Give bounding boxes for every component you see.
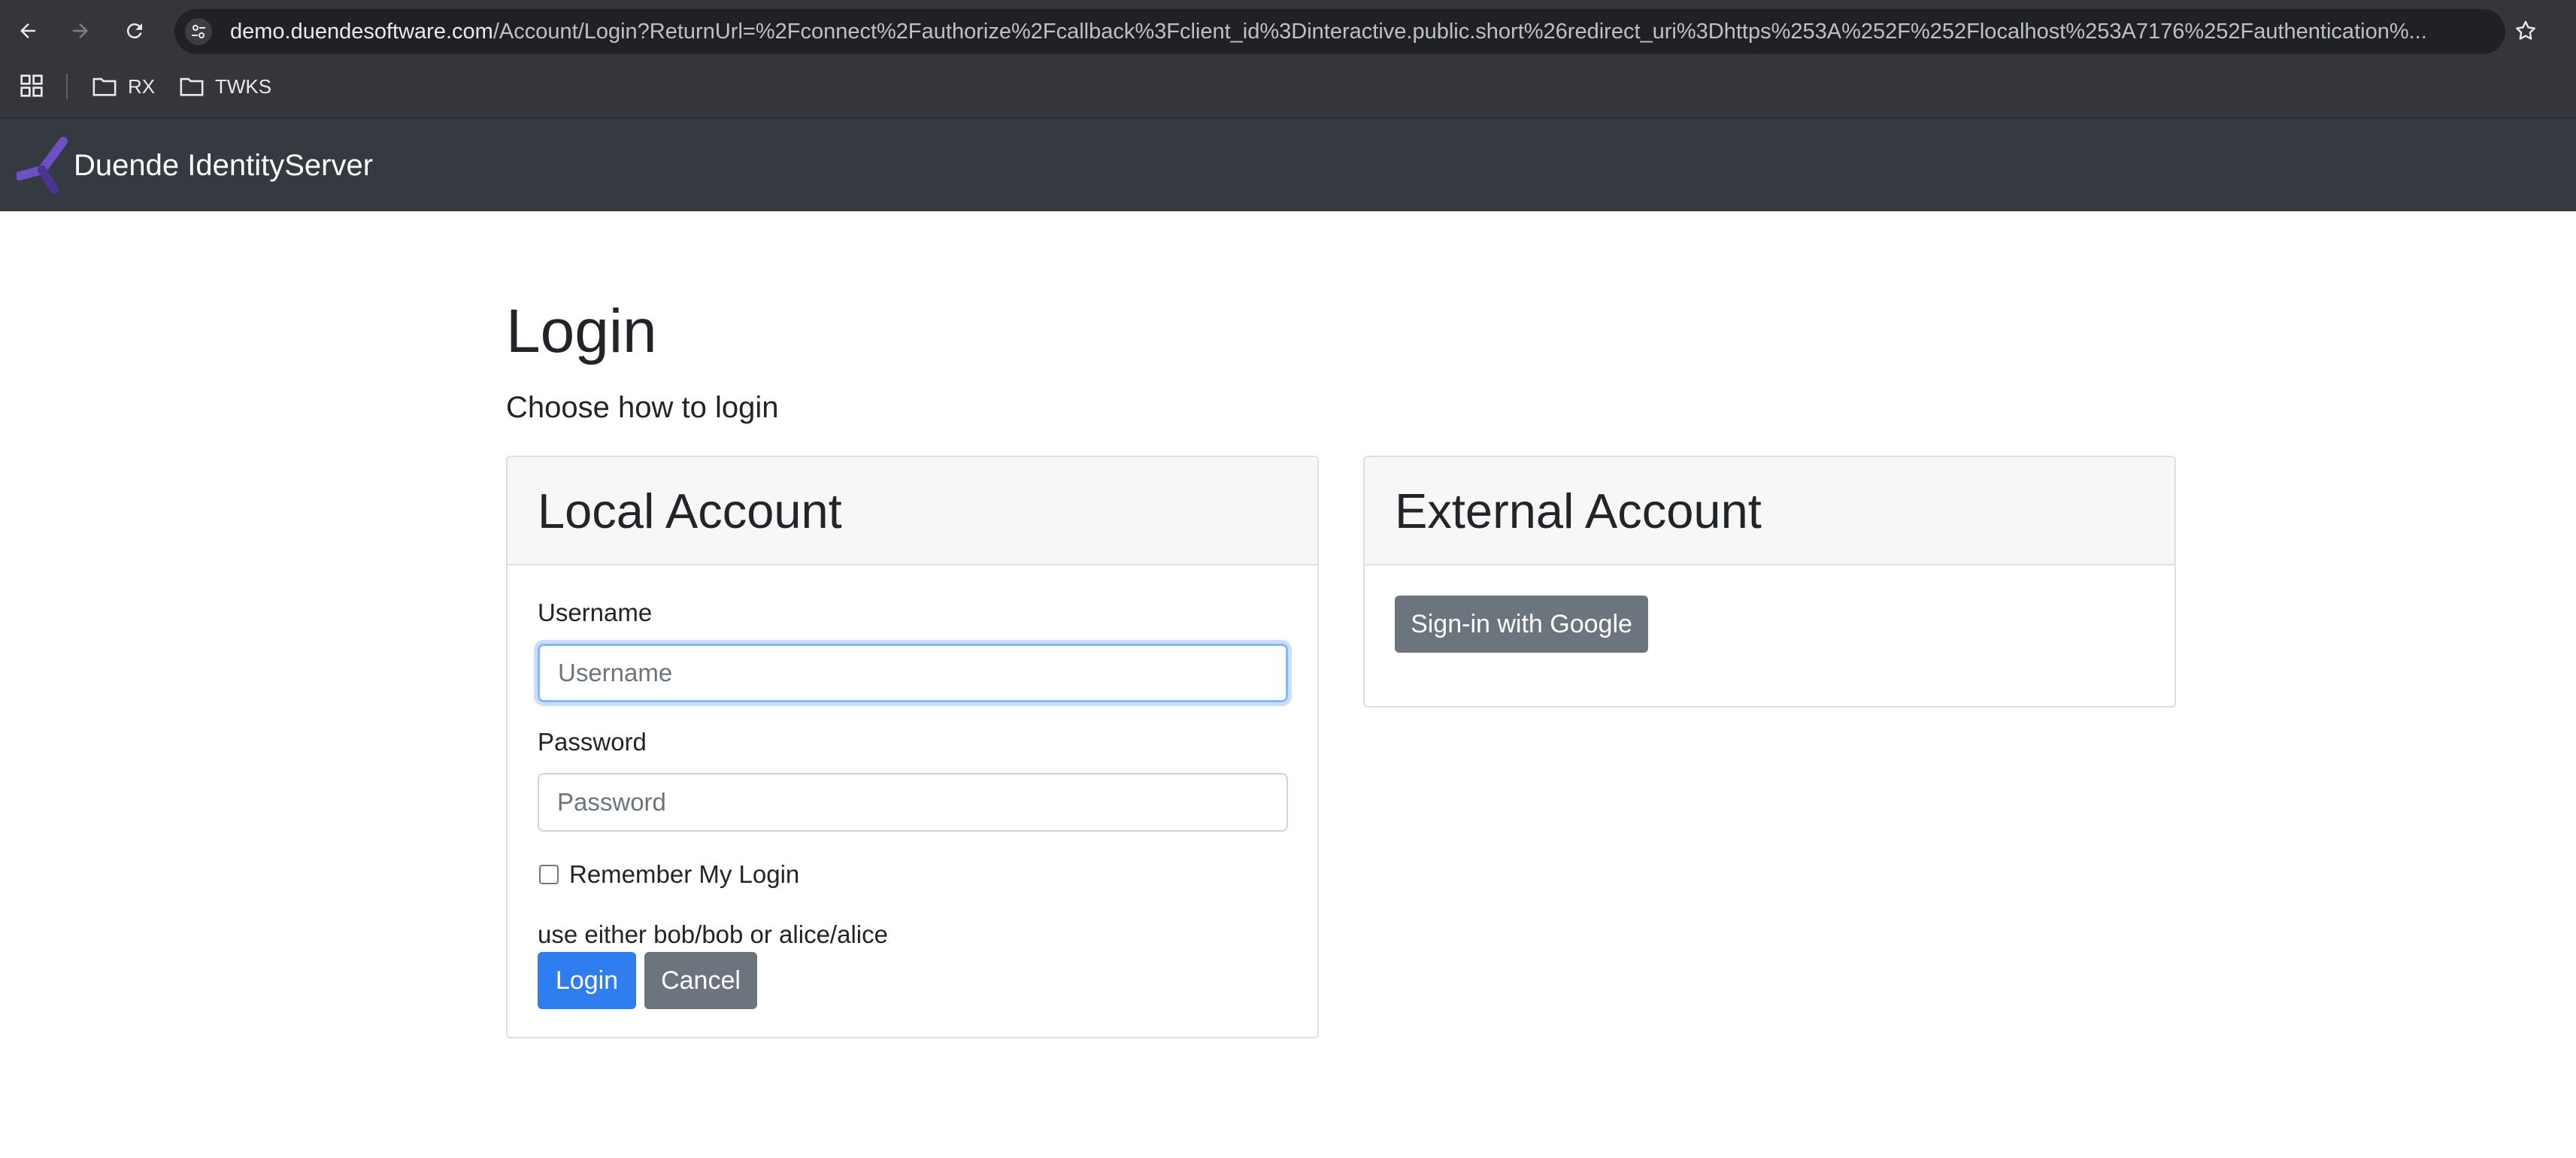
address-bar[interactable]: demo.duendesoftware.com/Account/Login?Re… xyxy=(174,9,2505,54)
password-placeholder: Password xyxy=(557,788,666,816)
password-input[interactable]: Password xyxy=(538,773,1288,832)
top-navbar: Duende IdentityServer xyxy=(0,117,2576,211)
login-button[interactable]: Login xyxy=(538,952,636,1009)
card-header: Local Account xyxy=(508,457,1317,565)
bookmark-star-button[interactable] xyxy=(2510,15,2541,47)
bookmark-folder-rx[interactable]: RX xyxy=(92,68,155,105)
credentials-hint: use either bob/bob or alice/alice xyxy=(538,920,888,948)
sign-in-google-button[interactable]: Sign-in with Google xyxy=(1395,596,1648,653)
site-info-button[interactable] xyxy=(185,18,212,45)
card-body: Sign-in with Google xyxy=(1365,565,2174,653)
cancel-button[interactable]: Cancel xyxy=(644,952,757,1009)
bookmarks-separator xyxy=(66,74,68,99)
url-path: /Account/Login?ReturnUrl=%2Fconnect%2Fau… xyxy=(492,20,2427,44)
page-title: Login xyxy=(506,297,657,365)
username-label: Username xyxy=(538,599,653,626)
reload-button[interactable] xyxy=(119,15,150,47)
local-account-card: Local Account Username Username Password… xyxy=(506,456,1319,1038)
username-placeholder: Username xyxy=(558,659,673,687)
arrow-left-icon xyxy=(20,23,35,38)
card-body: Username Username Password Password Reme… xyxy=(508,565,1317,1009)
url-text[interactable]: demo.duendesoftware.com/Account/Login?Re… xyxy=(230,9,2493,54)
bookmark-label: TWKS xyxy=(215,74,272,98)
forward-button[interactable] xyxy=(65,15,96,47)
external-account-heading: External Account xyxy=(1395,483,1762,538)
bookmarks-bar xyxy=(0,62,2576,117)
tune-icon xyxy=(192,25,205,38)
external-account-card: External Account Sign-in with Google xyxy=(1363,456,2176,708)
brand-name[interactable]: Duende IdentityServer xyxy=(74,119,373,213)
remember-login-checkbox[interactable] xyxy=(539,865,559,884)
browser-toolbar: demo.duendesoftware.com/Account/Login?Re… xyxy=(0,0,2576,62)
page-subtitle: Choose how to login xyxy=(506,391,779,424)
back-button[interactable] xyxy=(12,15,44,47)
url-host: demo.duendesoftware.com xyxy=(230,20,493,44)
arrow-right-icon xyxy=(73,23,88,38)
star-icon xyxy=(2516,20,2535,40)
folder-icon xyxy=(92,77,117,96)
password-label: Password xyxy=(538,728,647,756)
apps-grid-icon[interactable] xyxy=(20,74,44,98)
remember-login-label[interactable]: Remember My Login xyxy=(569,860,799,889)
duende-logo-icon[interactable] xyxy=(17,137,69,194)
bookmark-folder-twks[interactable]: TWKS xyxy=(179,68,271,105)
bookmark-label: RX xyxy=(128,74,156,98)
card-header: External Account xyxy=(1365,457,2174,565)
folder-icon xyxy=(180,77,204,96)
reload-icon xyxy=(126,23,142,39)
browser-chrome: demo.duendesoftware.com/Account/Login?Re… xyxy=(0,0,2576,117)
username-input[interactable]: Username xyxy=(538,644,1288,702)
local-account-heading: Local Account xyxy=(538,483,842,538)
